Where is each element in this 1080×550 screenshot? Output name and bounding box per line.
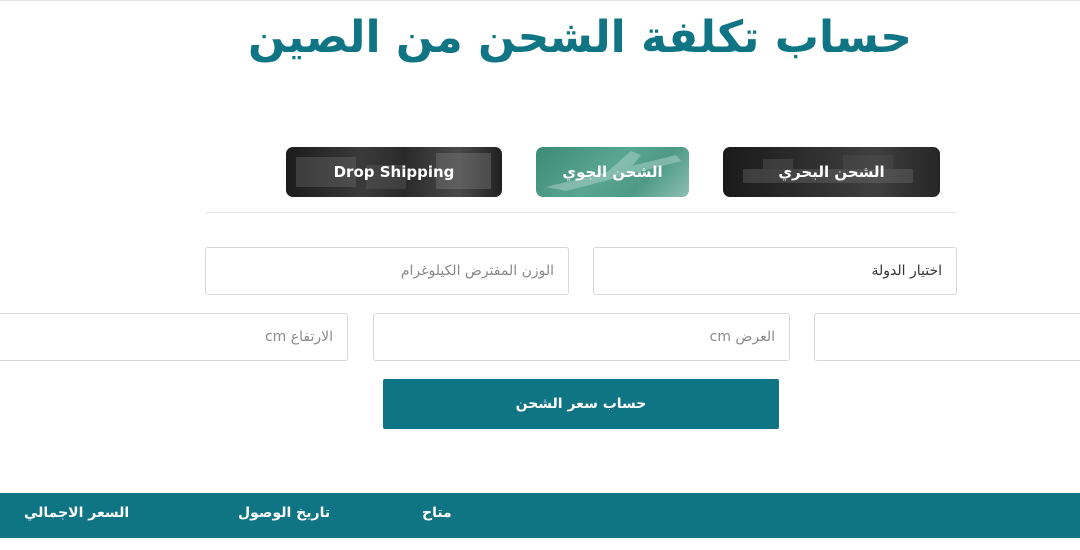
tabs-divider bbox=[205, 212, 957, 213]
column-available: متاح bbox=[422, 505, 452, 521]
height-input[interactable] bbox=[0, 313, 348, 361]
tab-air-freight-label: الشحن الجوي bbox=[562, 163, 663, 181]
width-input[interactable] bbox=[373, 313, 790, 361]
shipping-calculator-page: حساب تكلفة الشحن من الصين Drop Shipping … bbox=[0, 0, 1080, 550]
column-total-price: السعر الاجمالي bbox=[24, 505, 130, 521]
weight-input[interactable] bbox=[205, 247, 569, 295]
length-input[interactable] bbox=[814, 313, 1080, 361]
tab-drop-shipping-label: Drop Shipping bbox=[333, 163, 455, 181]
country-select-value: اختيار الدولة bbox=[871, 263, 942, 279]
top-divider bbox=[0, 0, 1080, 4]
tab-sea-freight[interactable]: الشحن البحري bbox=[723, 147, 940, 197]
tab-sea-freight-label: الشحن البحري bbox=[778, 163, 885, 181]
country-select[interactable]: اختيار الدولة bbox=[593, 247, 957, 295]
tab-air-freight[interactable]: الشحن الجوي bbox=[536, 147, 689, 197]
tab-drop-shipping[interactable]: Drop Shipping bbox=[286, 147, 502, 197]
results-table-header: متاح تاريخ الوصول السعر الاجمالي bbox=[0, 493, 1080, 538]
calculate-shipping-button[interactable]: حساب سعر الشحن bbox=[383, 379, 779, 429]
page-title: حساب تكلفة الشحن من الصين bbox=[248, 12, 912, 63]
column-arrival-date: تاريخ الوصول bbox=[238, 505, 331, 521]
